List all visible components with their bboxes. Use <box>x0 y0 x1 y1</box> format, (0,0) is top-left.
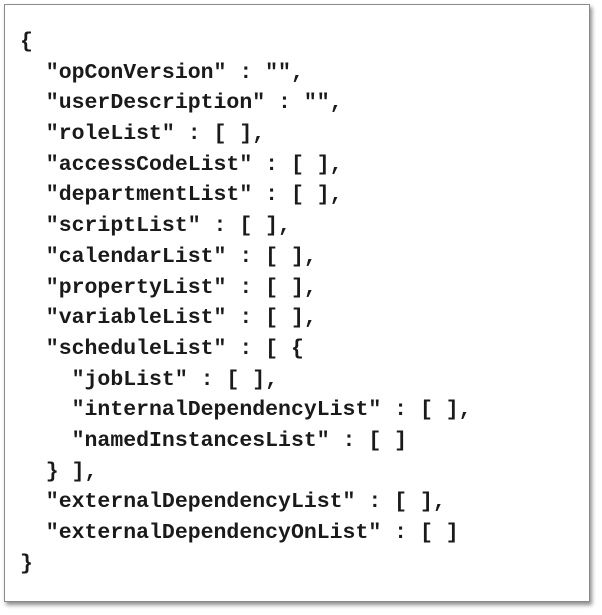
code-line: "scheduleList" : [ { <box>20 336 304 361</box>
code-line: "variableList" : [ ], <box>20 306 317 331</box>
code-line: "departmentList" : [ ], <box>20 183 343 208</box>
code-line: "opConVersion" : "", <box>20 60 304 85</box>
code-line: "calendarList" : [ ], <box>20 244 317 269</box>
code-line: "roleList" : [ ], <box>20 122 266 147</box>
code-line: "accessCodeList" : [ ], <box>20 152 343 177</box>
code-line: "internalDependencyList" : [ ], <box>20 398 472 423</box>
code-line: { <box>20 30 33 54</box>
code-line: "namedInstancesList" : [ ] <box>20 428 408 453</box>
code-line: } ], <box>20 459 98 484</box>
json-code-panel: { "opConVersion" : "", "userDescription"… <box>4 4 590 602</box>
code-line: } <box>20 551 33 576</box>
code-line: "propertyList" : [ ], <box>20 275 317 300</box>
code-line: "userDescription" : "", <box>20 91 343 116</box>
code-line: "jobList" : [ ], <box>20 367 279 392</box>
code-line: "externalDependencyOnList" : [ ] <box>20 521 459 545</box>
code-line: "externalDependencyList" : [ ], <box>20 490 446 515</box>
code-line: "scriptList" : [ ], <box>20 214 291 239</box>
json-code-block: { "opConVersion" : "", "userDescription"… <box>20 27 472 579</box>
